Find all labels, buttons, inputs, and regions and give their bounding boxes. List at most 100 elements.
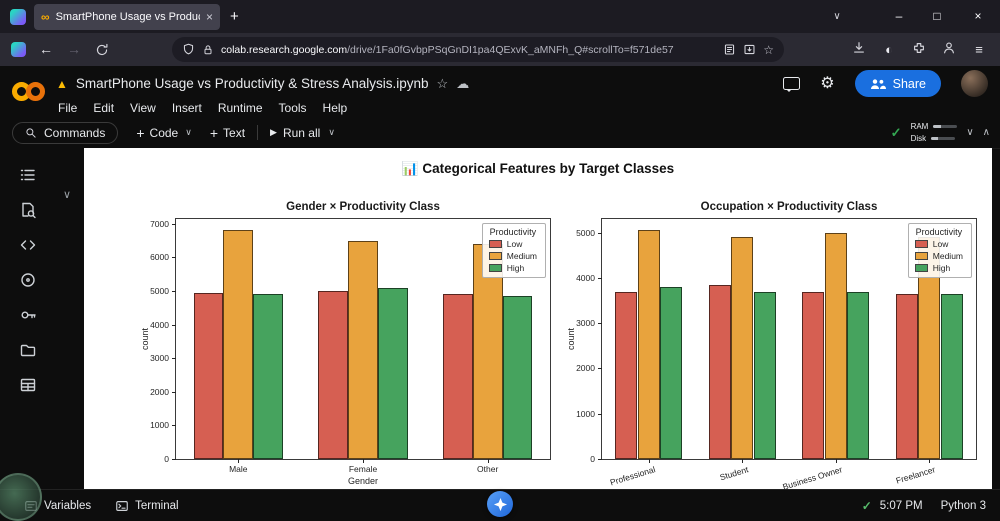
chart-title: Occupation × Productivity Class — [700, 201, 878, 213]
avatar[interactable] — [961, 70, 988, 97]
screen: ∞ SmartPhone Usage vs Productiv... × + ∨… — [0, 0, 1000, 521]
y-tick-label: 4000 — [150, 319, 169, 330]
find-in-doc-icon — [22, 202, 36, 219]
menu-insert[interactable]: Insert — [172, 101, 202, 115]
run-all-button[interactable]: ▶ Run all ∨ — [270, 126, 335, 140]
sidebar-item-scratchpad[interactable] — [18, 270, 38, 290]
commands-button[interactable]: Commands — [12, 121, 119, 144]
gemini-spark-button[interactable] — [487, 491, 513, 517]
downloads-button[interactable] — [846, 41, 872, 58]
share-button[interactable]: Share — [854, 70, 941, 97]
y-tick-label: 2000 — [576, 363, 595, 374]
container-tab-icon — [11, 42, 26, 57]
bar-professional-low — [615, 291, 638, 459]
lens-circle-icon — [21, 273, 35, 287]
y-tick-label: 2000 — [150, 386, 169, 397]
close-button[interactable]: × — [956, 0, 1000, 33]
sidebar-item-files[interactable] — [18, 340, 38, 360]
sidebar-item-data-table[interactable] — [18, 375, 38, 395]
maximize-button[interactable]: □ — [918, 0, 956, 33]
x-tick-mark — [742, 459, 744, 463]
legend-swatch — [488, 240, 502, 248]
x-tick-mark — [648, 459, 650, 463]
y-tick-mark — [598, 413, 602, 415]
add-code-button[interactable]: + Code ∨ — [136, 126, 191, 140]
sidebar-item-find-replace[interactable] — [18, 200, 38, 220]
reload-button[interactable] — [88, 33, 116, 66]
sidebar-item-code-snippets[interactable] — [18, 235, 38, 255]
extensions-button[interactable] — [906, 41, 932, 58]
save-page-icon[interactable] — [743, 43, 756, 56]
menu-runtime[interactable]: Runtime — [218, 101, 263, 115]
menu-button[interactable]: ≡ — [966, 42, 992, 57]
new-tab-button[interactable]: + — [230, 8, 239, 25]
play-icon: ▶ — [270, 127, 277, 137]
menu-file[interactable]: File — [58, 101, 77, 115]
x-tick-mark — [835, 459, 837, 463]
variables-label: Variables — [44, 499, 92, 512]
bar-freelancer-high — [940, 293, 963, 459]
legend-label: Low — [506, 239, 523, 249]
settings-gear-icon[interactable]: ⚙ — [820, 75, 834, 92]
y-tick-mark — [172, 257, 176, 259]
x-tick-mark — [238, 459, 240, 463]
profile-button[interactable] — [936, 41, 962, 58]
bar-male-low — [193, 292, 224, 459]
terminal-button[interactable]: Terminal — [115, 499, 179, 513]
cell-collapse-chevron-icon[interactable]: ∨ — [63, 188, 71, 201]
bookmark-star-icon[interactable]: ☆ — [763, 44, 774, 56]
y-tick-label: 0 — [590, 454, 595, 464]
y-tick-mark — [172, 459, 176, 460]
y-tick-mark — [598, 323, 602, 325]
y-axis-label: count — [140, 327, 151, 351]
y-tick-label: 5000 — [150, 285, 169, 296]
menu-edit[interactable]: Edit — [93, 101, 114, 115]
minimize-button[interactable]: – — [880, 0, 918, 33]
reader-view-icon[interactable] — [723, 43, 736, 56]
url-bar[interactable]: colab.research.google.com/drive/1Fa0fGvb… — [172, 37, 784, 62]
add-text-button[interactable]: + Text — [210, 126, 245, 140]
colab-logo[interactable] — [0, 66, 56, 117]
sidebar-item-secrets[interactable] — [18, 305, 38, 325]
menu-help[interactable]: Help — [323, 101, 348, 115]
browser-tab[interactable]: ∞ SmartPhone Usage vs Productiv... × — [34, 3, 220, 30]
y-tick-mark — [598, 232, 602, 234]
y-tick-mark — [172, 425, 176, 427]
last-execution-time: 5:07 PM — [879, 499, 923, 512]
save-status-cloud-icon[interactable]: ☁ — [456, 77, 469, 90]
menu-tools[interactable]: Tools — [279, 101, 307, 115]
y-tick-mark — [172, 324, 176, 326]
resources-chevron-icon[interactable]: ∨ — [966, 127, 973, 138]
colab-infinity-icon — [11, 82, 45, 101]
menu-view[interactable]: View — [130, 101, 156, 115]
code-chevron-icon: ∨ — [185, 127, 192, 137]
star-notebook-icon[interactable]: ☆ — [437, 77, 449, 90]
tab-list-chevron-icon[interactable]: ∨ — [818, 0, 856, 33]
back-button[interactable]: ← — [32, 33, 60, 66]
x-tick-label: Student — [718, 464, 750, 483]
notebook-title[interactable]: SmartPhone Usage vs Productivity & Stres… — [76, 76, 429, 91]
drive-icon: ▲ — [56, 76, 68, 91]
kernel-name[interactable]: Python 3 — [941, 500, 986, 512]
resource-gauges[interactable]: RAM Disk — [911, 122, 958, 143]
plus-icon: + — [209, 124, 219, 141]
forward-button[interactable]: → — [60, 33, 88, 66]
y-tick-mark — [172, 391, 176, 393]
y-tick-label: 7000 — [150, 218, 169, 229]
x-tick-label: Professional — [608, 464, 657, 488]
browser-navbar: ← → colab.research.google.com/drive/1Fa0… — [0, 33, 1000, 66]
comment-icon[interactable] — [783, 77, 801, 92]
legend-swatch — [488, 252, 502, 260]
x-tick-label: Freelancer — [894, 464, 937, 486]
legend: Productivity Low Medium High — [907, 223, 972, 278]
collapse-header-icon[interactable]: ∧ — [983, 127, 990, 138]
disk-gauge — [931, 137, 956, 140]
sidebar-item-toc[interactable] — [18, 165, 38, 185]
table-icon — [20, 378, 36, 392]
tab-close-icon[interactable]: × — [206, 10, 213, 24]
execution-check-icon: ✓ — [861, 498, 872, 513]
dark-mode-toggle-icon[interactable]: ◐ — [876, 42, 902, 57]
colab-header: ▲ SmartPhone Usage vs Productivity & Str… — [0, 66, 1000, 117]
legend-entry-low: Low — [488, 239, 537, 249]
search-icon — [26, 127, 36, 138]
